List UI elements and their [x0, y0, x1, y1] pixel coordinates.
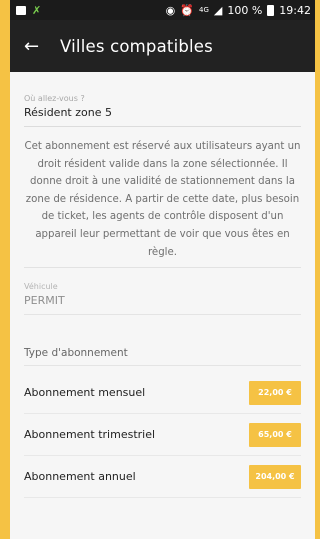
price-button[interactable]: 22,00 € [249, 380, 301, 405]
status-left: ✗ [16, 4, 166, 17]
phone-screen: ✗ ◉ ⏰ 4G ◢ 100 % 19:42 ← Villes compatib… [10, 0, 315, 539]
alarm-icon: ⏰ [180, 3, 194, 17]
content: Où allez-vous ? Résident zone 5 Cet abon… [10, 94, 315, 499]
app-toolbar: ← Villes compatibles [10, 20, 315, 72]
subscription-name: Abonnement annuel [24, 470, 136, 484]
image-notification-icon [16, 5, 26, 15]
subscription-monthly[interactable]: Abonnement mensuel 22,00 € [24, 372, 301, 415]
subscription-description: Cet abonnement est réservé aux utilisate… [24, 141, 301, 258]
subscription-list: Abonnement mensuel 22,00 € Abonnement tr… [24, 372, 301, 499]
target-icon: ◉ [165, 3, 176, 17]
battery-percent: 100 % [227, 3, 263, 17]
subscription-name: Abonnement mensuel [24, 386, 146, 400]
destination-field[interactable]: Résident zone 5 [24, 106, 301, 127]
back-arrow-icon[interactable]: ← [24, 36, 54, 57]
destination-label: Où allez-vous ? [24, 94, 85, 103]
battery-icon [267, 4, 275, 16]
price-button[interactable]: 204,00 € [249, 464, 301, 489]
network-label: 4G [198, 6, 209, 14]
signal-icon: ◢ [213, 3, 223, 17]
subscription-type-label: Type d'abonnement [24, 347, 301, 367]
status-right: ◉ ⏰ 4G ◢ 100 % 19:42 [166, 4, 311, 17]
clock: 19:42 [279, 3, 311, 17]
page-title: Villes compatibles [60, 36, 213, 56]
vehicle-field[interactable]: PERMIT [24, 294, 301, 316]
price-button[interactable]: 65,00 € [249, 422, 301, 447]
status-bar: ✗ ◉ ⏰ 4G ◢ 100 % 19:42 [10, 0, 315, 20]
app-notification-icon: ✗ [32, 3, 42, 17]
divider [24, 267, 301, 269]
subscription-name: Abonnement trimestriel [24, 428, 156, 442]
subscription-quarterly[interactable]: Abonnement trimestriel 65,00 € [24, 414, 301, 457]
vehicle-label: Véhicule [24, 282, 58, 292]
subscription-annual[interactable]: Abonnement annuel 204,00 € [24, 456, 301, 499]
